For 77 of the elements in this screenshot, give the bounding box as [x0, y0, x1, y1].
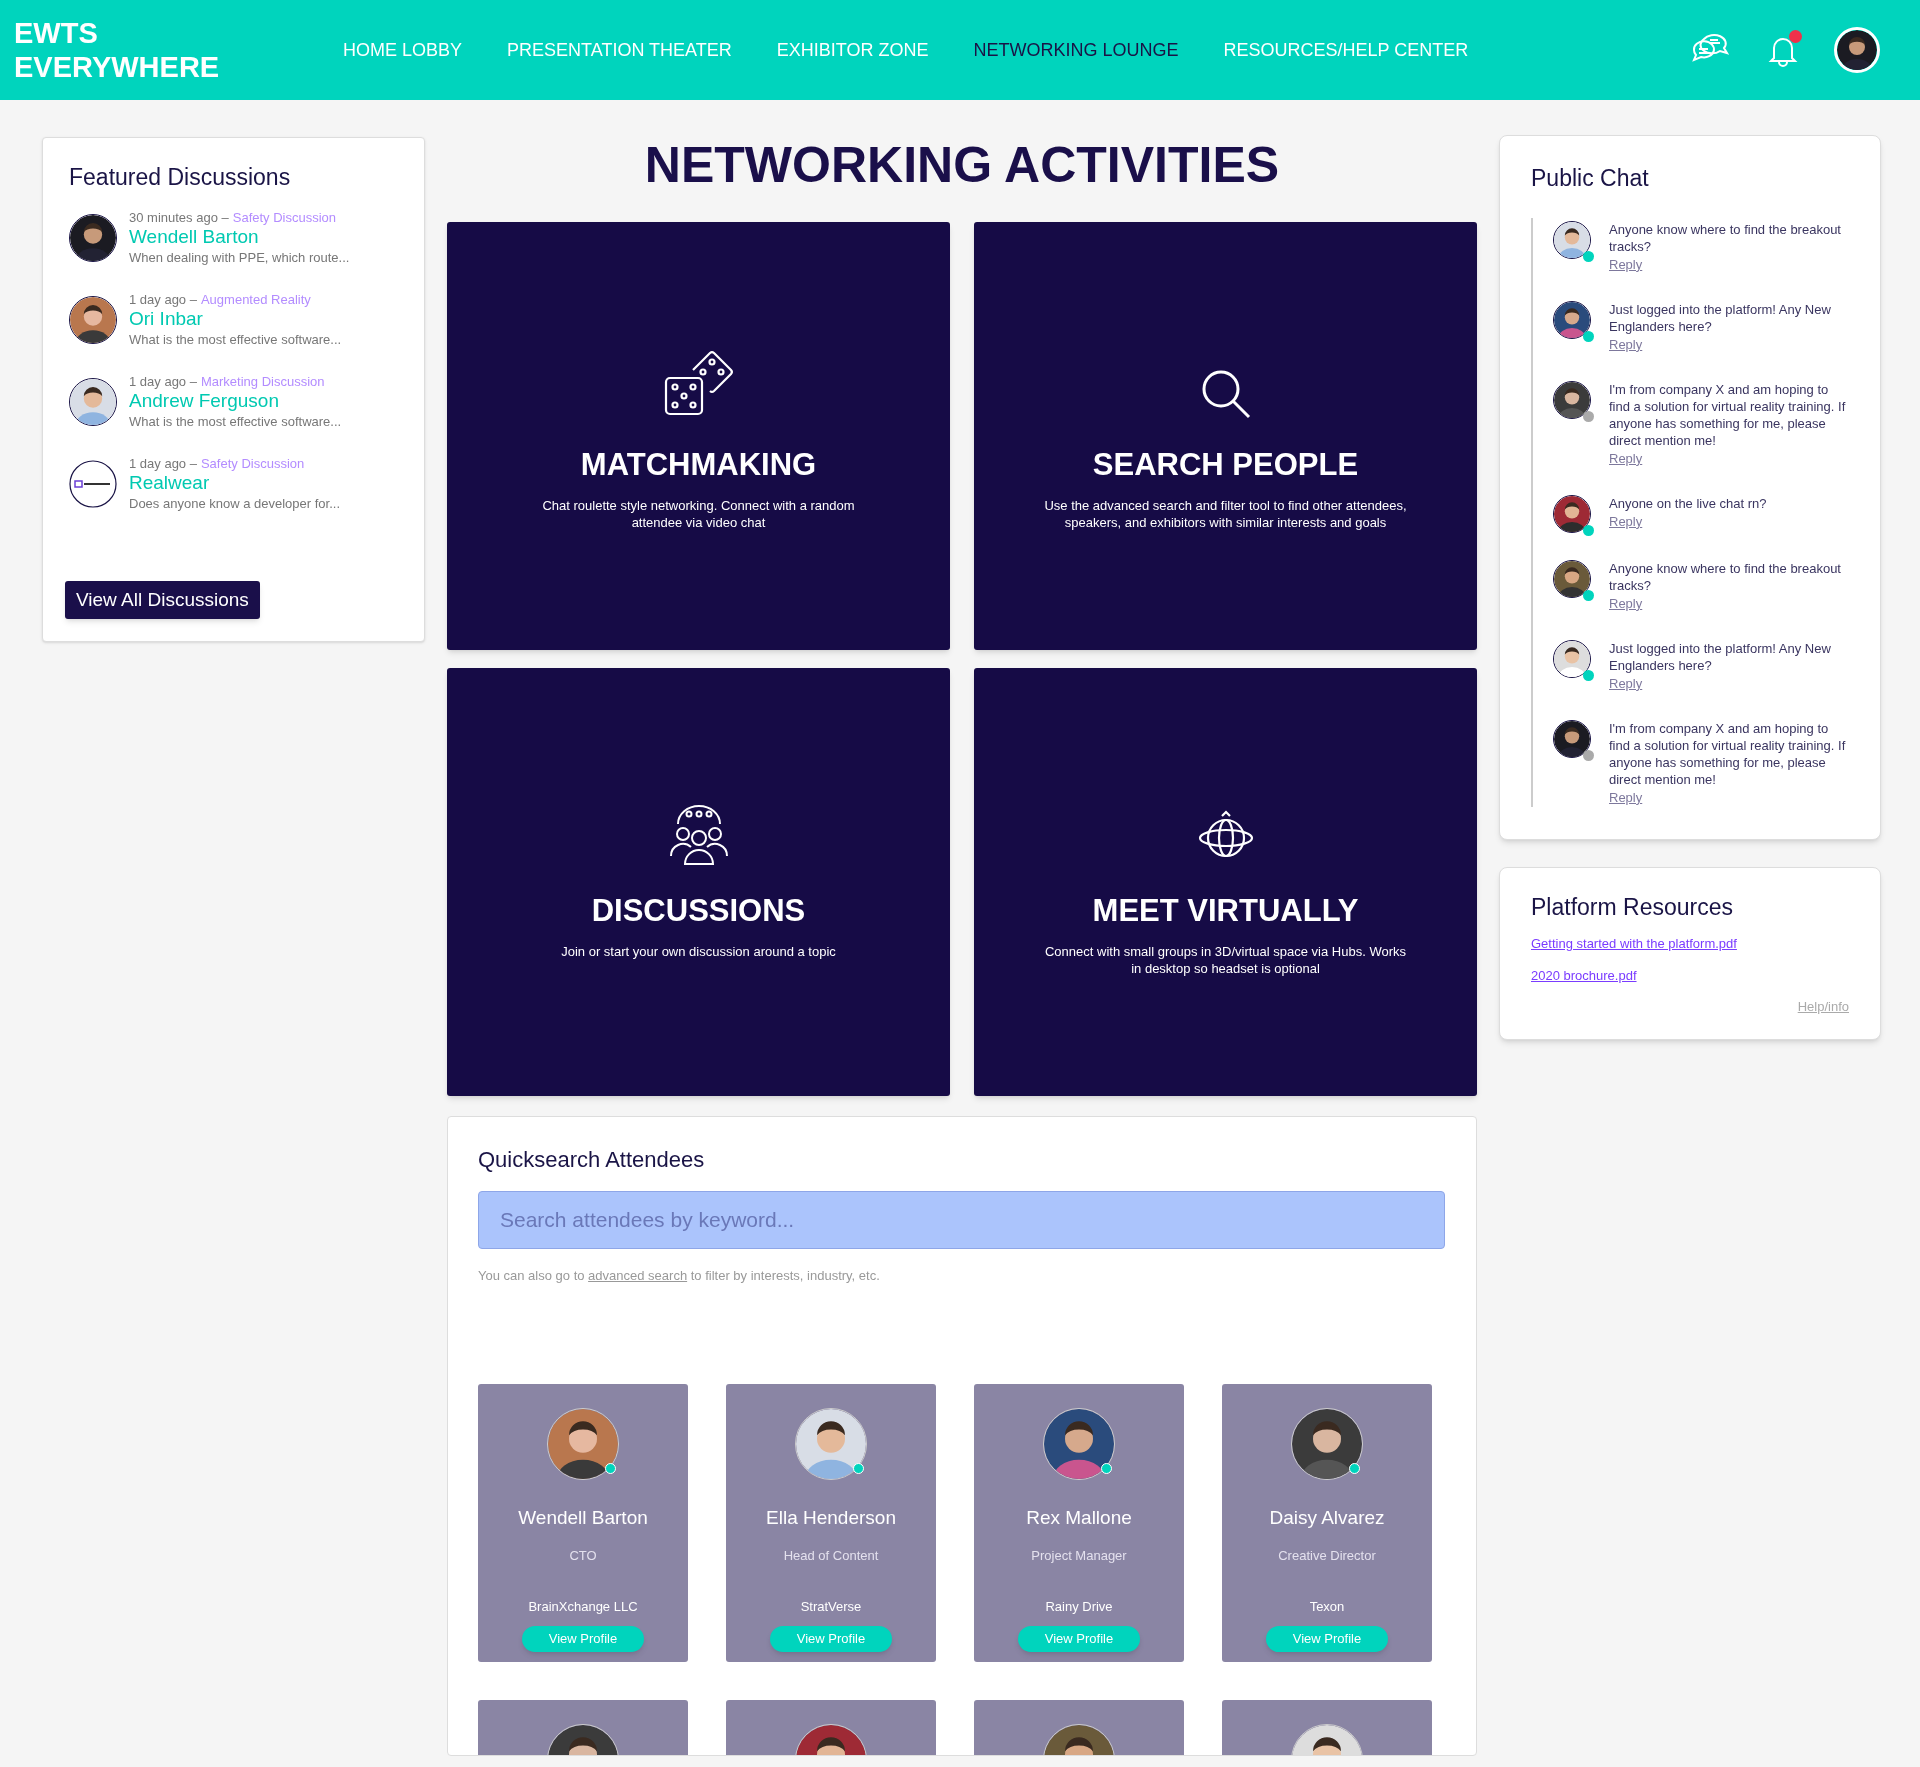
- nav-link[interactable]: EXHIBITOR ZONE: [776, 36, 929, 64]
- view-profile-button[interactable]: View Profile: [1266, 1626, 1388, 1652]
- card-title: DISCUSSIONS: [591, 892, 806, 930]
- nav-link[interactable]: NETWORKING LOUNGE: [973, 36, 1179, 64]
- help-link[interactable]: Help/info: [1797, 997, 1849, 1017]
- card-description: Join or start your own discussion around a topic: [561, 942, 836, 960]
- reply-link[interactable]: Reply: [1609, 448, 1643, 468]
- reply-link[interactable]: Reply: [1609, 511, 1643, 531]
- reply-link[interactable]: Reply: [1609, 254, 1643, 274]
- reply-link[interactable]: Reply: [1609, 593, 1643, 613]
- view-profile-button[interactable]: View Profile: [770, 1626, 892, 1652]
- nav-link[interactable]: RESOURCES/HELP CENTER: [1223, 36, 1469, 64]
- search-field[interactable]: Search attendees by keyword...: [478, 1191, 1445, 1249]
- company-name: Texon: [1309, 1597, 1345, 1616]
- attendee-name: Wendell Barton: [518, 1505, 648, 1530]
- reply-link[interactable]: Reply: [1609, 787, 1643, 807]
- panel-title: Platform Resources: [1531, 892, 1734, 922]
- attendee-name: Daisy Alvarez: [1269, 1505, 1385, 1530]
- chat-message: Anyone on the live chat rn?: [1609, 494, 1768, 512]
- card-description: Use the advanced search and filter tool to find other attendees, speakers, and exhibitors with similar interests and goals: [1044, 496, 1407, 531]
- nav-link[interactable]: PRESENTATION THEATER: [507, 36, 732, 64]
- card-description: Chat roulette style networking. Connect with a random attendee via video chat: [541, 496, 856, 531]
- company-name: BrainXchange LLC: [528, 1597, 638, 1616]
- view-all-discussions-button[interactable]: View All Discussions: [65, 580, 260, 619]
- discussion-excerpt: What is the most effective software...: [129, 412, 342, 431]
- author-name[interactable]: Ori Inbar: [129, 307, 342, 330]
- topic-link[interactable]: Safety Discussion: [232, 208, 337, 226]
- nav-link[interactable]: HOME LOBBY: [343, 36, 463, 64]
- activity-card[interactable]: DISCUSSIONS Join or start your own discussion around a topic: [447, 668, 950, 1096]
- chat-message: Just logged into the platform! Any New Englanders here?: [1609, 300, 1832, 335]
- discussion-excerpt: Does anyone know a developer for...: [129, 494, 341, 513]
- chat-message: I'm from company X and am hoping to find a solution for virtual reality training. If anyone has something for me, please direct mention me!: [1609, 719, 1847, 788]
- advanced-search-link[interactable]: advanced search: [588, 1268, 688, 1283]
- activity-card[interactable]: SEARCH PEOPLE Use the advanced search and filter tool to find other attendees, speakers, and exhibitors with similar interests and goals: [974, 222, 1477, 650]
- chat-message: Anyone know where to find the breakout tracks?: [1609, 559, 1842, 594]
- card-description: Connect with small groups in 3D/virtual space via Hubs. Works in desktop so headset is optional: [1044, 942, 1407, 977]
- chat-message: I'm from company X and am hoping to find a solution for virtual reality training. If anyone has something for me, please direct mention me!: [1609, 380, 1847, 449]
- attendee-role: Creative Director: [1278, 1547, 1376, 1565]
- chat-message: Just logged into the platform! Any New Englanders here?: [1609, 639, 1832, 674]
- file-link[interactable]: 2020 brochure.pdf: [1531, 965, 1637, 985]
- search-hint: You can also go to advanced search to filter by interests, industry, etc.: [478, 1267, 881, 1285]
- topic-link[interactable]: Marketing Discussion: [200, 372, 325, 390]
- company-name: Rainy Drive: [1045, 1597, 1113, 1616]
- post-time: 1 day ago –: [129, 372, 197, 390]
- logo-text: EWTS: [14, 16, 99, 50]
- post-time: 1 day ago –: [129, 454, 197, 472]
- logo-text: EVERYWHERE: [14, 50, 221, 84]
- card-title: SEARCH PEOPLE: [1092, 446, 1359, 484]
- author-name[interactable]: Andrew Ferguson: [129, 389, 342, 412]
- view-profile-button[interactable]: View Profile: [1018, 1626, 1140, 1652]
- attendee-name: Ella Henderson: [766, 1505, 896, 1530]
- attendee-name: Rex Mallone: [1026, 1505, 1132, 1530]
- chat-message: Anyone know where to find the breakout tracks?: [1609, 220, 1842, 255]
- card-title: MEET VIRTUALLY: [1092, 892, 1359, 930]
- reply-link[interactable]: Reply: [1609, 673, 1643, 693]
- activity-card[interactable]: MATCHMAKING Chat roulette style networking. Connect with a random attendee via video chat: [447, 222, 950, 650]
- panel-title: Featured Discussions: [69, 163, 292, 192]
- company-name: StratVerse: [800, 1597, 862, 1616]
- attendee-role: CTO: [569, 1547, 597, 1565]
- page-heading: NETWORKING ACTIVITIES: [643, 137, 1281, 195]
- card-title: MATCHMAKING: [580, 446, 817, 484]
- file-link[interactable]: Getting started with the platform.pdf: [1531, 934, 1737, 954]
- discussion-excerpt: When dealing with PPE, which route...: [129, 248, 350, 267]
- view-profile-button[interactable]: View Profile: [522, 1626, 644, 1652]
- author-name[interactable]: Wendell Barton: [129, 225, 350, 248]
- reply-link[interactable]: Reply: [1609, 334, 1643, 354]
- topic-link[interactable]: Safety Discussion: [200, 454, 305, 472]
- post-time: 30 minutes ago –: [129, 208, 229, 226]
- post-time: 1 day ago –: [129, 290, 197, 308]
- author-name[interactable]: Realwear: [129, 471, 341, 494]
- attendee-role: Project Manager: [1031, 1547, 1127, 1565]
- activity-card[interactable]: MEET VIRTUALLY Connect with small groups in 3D/virtual space via Hubs. Works in desktop so headset is optional: [974, 668, 1477, 1096]
- attendee-role: Head of Content: [783, 1547, 879, 1565]
- topic-link[interactable]: Augmented Reality: [200, 290, 311, 308]
- panel-title: Public Chat: [1531, 164, 1650, 193]
- panel-title: Quicksearch Attendees: [478, 1146, 706, 1174]
- discussion-excerpt: What is the most effective software...: [129, 330, 342, 349]
